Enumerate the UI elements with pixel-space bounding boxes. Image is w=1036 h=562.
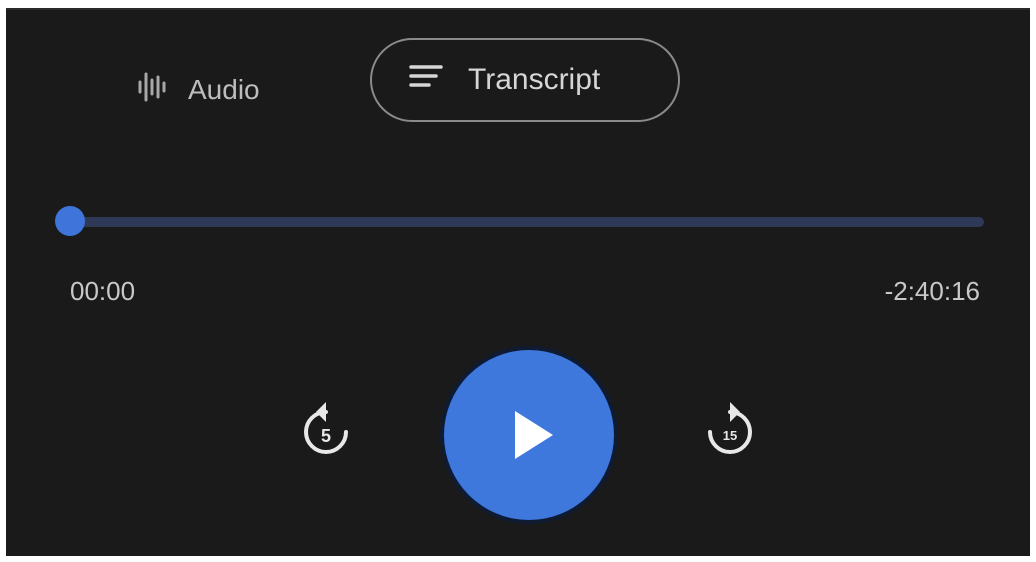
remaining-time: -2:40:16 (884, 276, 980, 306)
skip-back-seconds: 5 (321, 426, 331, 446)
transcript-lines-icon (408, 62, 444, 98)
divider (6, 8, 1030, 10)
progress-thumb[interactable] (55, 206, 85, 236)
skip-forward-button[interactable]: 15 (700, 398, 760, 460)
replay-5-icon: 5 (304, 402, 348, 454)
tab-transcript-label: Transcript (468, 63, 601, 96)
tab-transcript[interactable]: Transcript (370, 38, 680, 122)
audio-waveform-icon (136, 70, 170, 111)
skip-forward-seconds: 15 (723, 428, 737, 443)
play-icon (515, 411, 553, 459)
play-button[interactable] (444, 350, 614, 520)
skip-back-button[interactable]: 5 (296, 398, 356, 460)
screenshot-frame: Audio Transcript 00:00 -2:40:16 5 15 (0, 0, 1036, 562)
forward-15-icon: 15 (708, 402, 752, 454)
audio-player-panel: Audio Transcript 00:00 -2:40:16 5 15 (6, 8, 1030, 556)
elapsed-time: 00:00 (70, 276, 136, 306)
tab-audio-label: Audio (188, 74, 260, 105)
tab-audio[interactable]: Audio (136, 60, 260, 120)
progress-track[interactable] (66, 217, 984, 227)
